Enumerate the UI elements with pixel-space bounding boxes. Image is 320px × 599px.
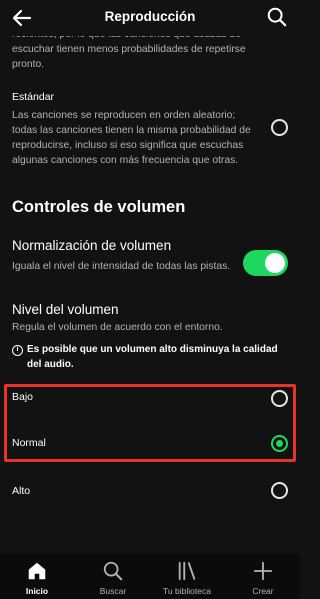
search-icon	[103, 561, 123, 581]
nav-home-label: Inicio	[25, 586, 49, 596]
page-title: Reproducción	[104, 9, 196, 24]
normalization-title: Normalización de volumen	[12, 238, 172, 253]
info-icon: i	[12, 345, 23, 356]
nav-search[interactable]: Buscar	[83, 560, 143, 596]
home-icon	[28, 562, 46, 580]
search-icon[interactable]	[266, 6, 288, 28]
nav-search-label: Buscar	[99, 586, 127, 596]
nav-library-label: Tu biblioteca	[163, 586, 211, 596]
highlight-box	[4, 384, 296, 462]
volume-option-high-radio[interactable]	[271, 482, 288, 499]
volume-option-high-label[interactable]: Alto	[12, 485, 30, 497]
top-bar: Reproducción	[0, 0, 300, 36]
nav-create[interactable]: Crear	[233, 560, 293, 596]
nav-create-label: Crear	[252, 586, 274, 596]
nav-library[interactable]: Tu biblioteca	[157, 560, 217, 596]
volume-level-title: Nivel del volumen	[12, 302, 119, 317]
volume-option-normal-radio[interactable]	[271, 435, 288, 452]
normalization-toggle[interactable]	[243, 250, 288, 276]
volume-warning: Es posible que un volumen alto disminuya…	[27, 344, 278, 370]
normalization-desc: Iguala el nivel de intensidad de todas l…	[12, 261, 231, 272]
plus-icon	[253, 561, 273, 581]
standard-option-label[interactable]: Estándar	[12, 91, 54, 103]
volume-option-normal-label[interactable]: Normal	[12, 437, 46, 449]
toggle-knob	[265, 253, 285, 273]
volume-option-low-radio[interactable]	[271, 390, 288, 407]
library-icon	[178, 561, 196, 581]
settings-scroll-area[interactable]: recientes, por lo que las canciones que …	[0, 0, 300, 554]
nav-home[interactable]: Inicio	[7, 560, 67, 596]
volume-section-title: Controles de volumen	[12, 198, 186, 216]
bottom-navigation: Inicio Buscar Tu biblioteca Crear	[0, 554, 300, 599]
standard-option-radio[interactable]	[271, 119, 288, 136]
volume-option-low-label[interactable]: Bajo	[12, 391, 33, 403]
standard-option-desc: Las canciones se reproducen en orden ale…	[12, 110, 251, 166]
volume-level-desc: Regula el volumen de acuerdo con el ento…	[12, 322, 223, 333]
